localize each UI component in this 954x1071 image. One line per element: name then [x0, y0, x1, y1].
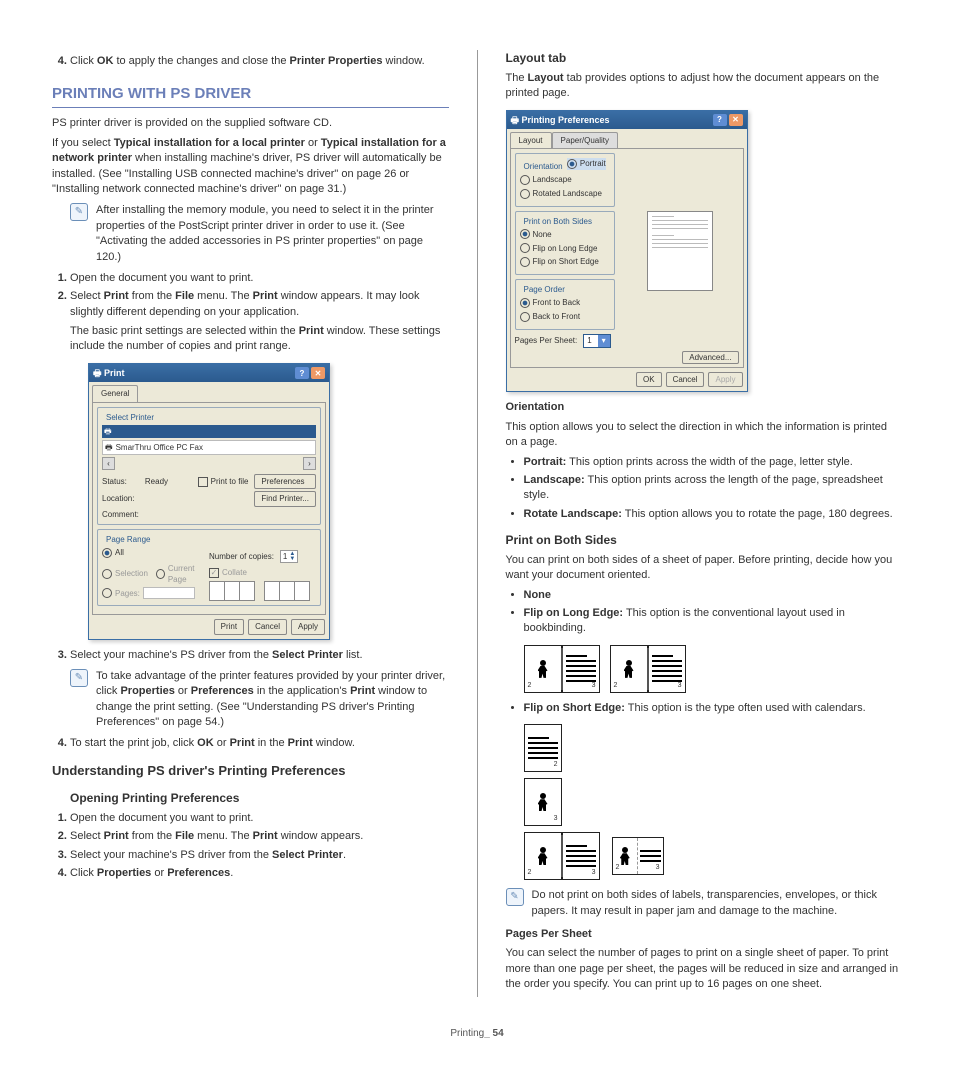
close-button[interactable]: ✕ — [729, 114, 743, 126]
heading-opening-prefs: Opening Printing Preferences — [70, 790, 449, 807]
both-short[interactable]: Flip on Short Edge — [520, 256, 599, 267]
note-memory-module: ✎ After installing the memory module, yo… — [70, 203, 449, 265]
find-printer-button[interactable]: Find Printer... — [254, 491, 316, 506]
ok-button[interactable]: OK — [636, 372, 662, 387]
cancel-button[interactable]: Cancel — [248, 619, 287, 634]
both-sides-list: None Flip on Long Edge: This option is t… — [506, 588, 903, 637]
orient-landscape[interactable]: Landscape — [520, 174, 572, 185]
scroll-left[interactable]: ‹ — [102, 457, 115, 470]
scroll-right[interactable]: › — [303, 457, 316, 470]
order-btf[interactable]: Back to Front — [520, 311, 581, 322]
tab-layout[interactable]: Layout — [510, 132, 552, 148]
close-button[interactable]: ✕ — [311, 367, 325, 379]
ps-intro-1: PS printer driver is provided on the sup… — [52, 116, 449, 131]
heading-orientation: Orientation — [506, 400, 903, 415]
collate-check[interactable]: Collate — [209, 567, 247, 578]
step-4-left: Click OK to apply the changes and close … — [52, 54, 449, 69]
page-preview — [647, 211, 713, 291]
note-icon: ✎ — [506, 888, 524, 906]
ps-intro-2: If you select Typical installation for a… — [52, 136, 449, 198]
step-3: Select your machine's PS driver from the… — [70, 648, 449, 731]
printer-list-item[interactable]: 🖶 SmarThru Office PC Fax — [102, 440, 316, 455]
tab-general[interactable]: General — [92, 385, 138, 401]
print-dialog: 🖶 Print ? ✕ General Select Printer 🖶 — [88, 363, 330, 640]
heading-understanding: Understanding PS driver's Printing Prefe… — [52, 762, 449, 780]
note-icon: ✎ — [70, 669, 88, 687]
flip-long-edge-illustration: 2 3 2 3 — [524, 645, 903, 693]
range-pages[interactable]: Pages: — [102, 587, 195, 599]
select-printer-fieldset: Select Printer 🖶 🖶 SmarThru Office PC Fa… — [97, 407, 321, 525]
orient-portrait[interactable]: Portrait — [567, 158, 606, 169]
step-4: To start the print job, click OK or Prin… — [70, 736, 449, 751]
flip-short-edge-illustration: 2 3 2 3 2 3 — [524, 724, 903, 880]
prefs-titlebar[interactable]: 🖶 Printing Preferences ? ✕ — [507, 111, 747, 130]
printer-selected: 🖶 — [102, 425, 316, 438]
cancel-button[interactable]: Cancel — [666, 372, 705, 387]
range-selection[interactable]: Selection — [102, 563, 148, 585]
heading-printing-ps-driver: PRINTING WITH PS DRIVER — [52, 83, 449, 108]
print-dialog-titlebar[interactable]: 🖶 Print ? ✕ — [89, 364, 329, 383]
ps-steps: Open the document you want to print. Sel… — [52, 271, 449, 752]
note-icon: ✎ — [70, 203, 88, 221]
both-long[interactable]: Flip on Long Edge — [520, 243, 598, 254]
help-button[interactable]: ? — [713, 114, 727, 126]
heading-both-sides: Print on Both Sides — [506, 532, 903, 549]
heading-layout-tab: Layout tab — [506, 50, 903, 67]
heading-pages-per-sheet: Pages Per Sheet — [506, 927, 903, 942]
range-current[interactable]: Current Page — [156, 563, 209, 585]
page-range-fieldset: Page Range All Selection Current Page Pa… — [97, 529, 321, 607]
both-none[interactable]: None — [520, 229, 552, 240]
preferences-button[interactable]: Preferences — [254, 474, 316, 489]
page-footer: Printing_ 54 — [52, 1027, 902, 1041]
help-button[interactable]: ? — [295, 367, 309, 379]
advanced-button[interactable]: Advanced... — [682, 351, 738, 364]
order-ftb[interactable]: Front to Back — [520, 297, 581, 308]
apply-button[interactable]: Apply — [708, 372, 742, 387]
pps-combo[interactable]: 1▾ — [583, 334, 610, 348]
prefs-dialog: 🖶 Printing Preferences ? ✕ Layout Paper/… — [506, 110, 748, 393]
step-2: Select Print from the File menu. The Pri… — [70, 289, 449, 639]
print-to-file-check[interactable]: Print to file — [198, 476, 249, 487]
opening-steps: Open the document you want to print. Sel… — [52, 811, 449, 882]
step-1: Open the document you want to print. — [70, 271, 449, 286]
orientation-list: Portrait: This option prints across the … — [506, 455, 903, 523]
tab-paper-quality[interactable]: Paper/Quality — [552, 132, 618, 148]
range-all[interactable]: All — [102, 547, 124, 558]
note-both-sides-warning: ✎ Do not print on both sides of labels, … — [506, 888, 903, 919]
copies-spinner[interactable]: 1▲▼ — [280, 550, 298, 563]
apply-button[interactable]: Apply — [291, 619, 325, 634]
print-button[interactable]: Print — [214, 619, 244, 634]
orient-rotated[interactable]: Rotated Landscape — [520, 188, 602, 199]
